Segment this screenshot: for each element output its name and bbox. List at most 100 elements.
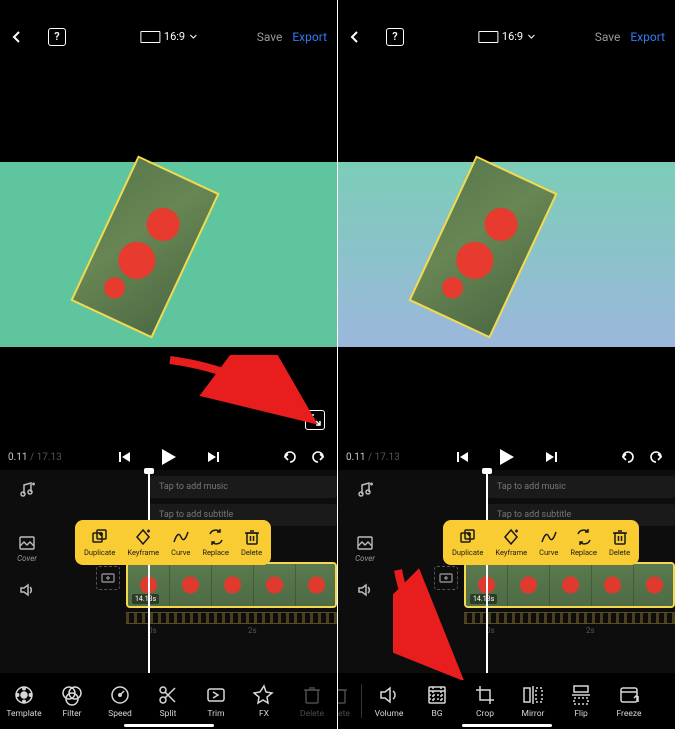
prev-button[interactable]	[456, 450, 470, 464]
preview-canvas[interactable]	[0, 162, 337, 347]
tool-trim[interactable]: Trim	[192, 684, 240, 719]
tool-bg[interactable]: BG	[413, 684, 461, 719]
video-editor-screen-gradient-bg: ? 16:9 Save Export 0.11 / 17.13	[338, 0, 675, 729]
add-music-track-button[interactable]	[18, 480, 36, 498]
video-editor-screen-solid-bg: ? 16:9 Save Export 0.11 / 17.13	[0, 0, 337, 729]
tool-template[interactable]: Template	[0, 684, 48, 719]
aspect-icon	[140, 31, 160, 43]
selected-clip-overlay[interactable]	[70, 155, 219, 338]
next-button[interactable]	[206, 450, 220, 464]
save-button[interactable]: Save	[595, 30, 621, 44]
bottom-toolbar-right: lete Volume BG Crop Mirror Flip Freeze	[338, 673, 675, 729]
add-music-track-button[interactable]	[356, 480, 374, 498]
clip-thumbnail	[550, 564, 592, 606]
add-clip-button[interactable]	[434, 566, 458, 590]
duration: 17.13	[37, 452, 62, 463]
help-button[interactable]: ?	[48, 28, 66, 46]
video-track[interactable]: 14.13s	[464, 562, 675, 608]
clip-thumbnail	[170, 564, 212, 606]
clip-context-menu: Duplicate Keyframe Curve Replace Delete	[443, 520, 639, 565]
tool-crop[interactable]: Crop	[461, 684, 509, 719]
video-track[interactable]: 14.13s	[126, 562, 337, 608]
duration: 17.13	[375, 452, 400, 463]
clip-context-menu: Duplicate Keyframe Curve Replace Delete	[75, 520, 271, 565]
prev-button[interactable]	[118, 450, 132, 464]
tool-filter[interactable]: Filter	[48, 684, 96, 719]
tool-flip[interactable]: Flip	[557, 684, 605, 719]
popup-delete-button[interactable]: Delete	[236, 526, 267, 559]
play-button[interactable]	[162, 449, 176, 465]
clip-thumbnail	[592, 564, 634, 606]
popup-keyframe-button[interactable]: Keyframe	[490, 526, 532, 559]
tool-mirror[interactable]: Mirror	[509, 684, 557, 719]
video-clip[interactable]: 14.13s	[464, 562, 675, 608]
cover-button[interactable]: Cover	[355, 534, 375, 563]
tool-freeze[interactable]: Freeze	[605, 684, 653, 719]
aspect-ratio-label: 16:9	[502, 30, 523, 43]
save-button[interactable]: Save	[257, 30, 283, 44]
add-clip-button[interactable]	[96, 566, 120, 590]
next-button[interactable]	[544, 450, 558, 464]
help-button[interactable]: ?	[386, 28, 404, 46]
popup-keyframe-button[interactable]: Keyframe	[122, 526, 164, 559]
time-ruler: 0s 2s 4s	[126, 612, 337, 640]
transport-bar: 0.11 / 17.13	[0, 440, 337, 474]
playhead[interactable]	[486, 470, 488, 673]
popup-replace-button[interactable]: Replace	[197, 526, 234, 559]
export-button[interactable]: Export	[630, 30, 665, 44]
time-readout: 0.11 / 17.13	[338, 452, 400, 463]
mute-button[interactable]	[356, 581, 374, 599]
popup-curve-button[interactable]: Curve	[534, 526, 563, 559]
cover-button[interactable]: Cover	[17, 534, 37, 563]
popup-duplicate-button[interactable]: Duplicate	[79, 526, 120, 559]
back-button[interactable]	[10, 30, 24, 44]
popup-delete-button[interactable]: Delete	[604, 526, 635, 559]
aspect-ratio-label: 16:9	[164, 30, 185, 43]
timeline-panel: Cover Tap to add music Tap to add subtit…	[0, 470, 337, 673]
popup-replace-button[interactable]: Replace	[565, 526, 602, 559]
music-track-hint[interactable]: Tap to add music	[149, 476, 337, 498]
chevron-down-icon	[527, 33, 535, 41]
clip-thumbnail	[508, 564, 550, 606]
home-indicator	[462, 724, 552, 727]
aspect-icon	[478, 31, 498, 43]
music-track-hint[interactable]: Tap to add music	[487, 476, 675, 498]
clip-duration-badge: 14.13s	[132, 594, 159, 604]
tracks-area[interactable]: Tap to add music Tap to add subtitle 14.…	[54, 470, 337, 673]
selected-clip-overlay[interactable]	[408, 155, 557, 338]
export-button[interactable]: Export	[292, 30, 327, 44]
top-bar: ? 16:9 Save Export	[338, 0, 675, 55]
tool-delete-partial[interactable]: lete	[338, 684, 358, 719]
video-clip[interactable]: 14.13s	[126, 562, 337, 608]
clip-duration-badge: 14.13s	[470, 594, 497, 604]
tool-volume[interactable]: Volume	[365, 684, 413, 719]
undo-button[interactable]	[619, 448, 637, 466]
aspect-ratio-selector[interactable]: 16:9	[140, 30, 197, 43]
preview-canvas[interactable]	[338, 162, 675, 347]
playhead[interactable]	[148, 470, 150, 673]
tool-fx[interactable]: FX	[240, 684, 288, 719]
home-indicator	[124, 724, 214, 727]
clip-image	[411, 158, 555, 336]
clip-thumbnail	[634, 564, 675, 606]
fullscreen-button[interactable]	[305, 410, 325, 430]
back-button[interactable]	[348, 30, 362, 44]
aspect-ratio-selector[interactable]: 16:9	[478, 30, 535, 43]
tool-split[interactable]: Split	[144, 684, 192, 719]
popup-duplicate-button[interactable]: Duplicate	[447, 526, 488, 559]
tracks-area[interactable]: Tap to add music Tap to add subtitle 14.…	[392, 470, 675, 673]
time-ruler: 0s 2s 4s	[464, 612, 675, 640]
redo-button[interactable]	[309, 448, 327, 466]
timeline-panel: Cover Tap to add music Tap to add subtit…	[338, 470, 675, 673]
clip-thumbnail	[212, 564, 254, 606]
mute-button[interactable]	[18, 581, 36, 599]
transport-bar: 0.11 / 17.13	[338, 440, 675, 474]
tool-delete[interactable]: Delete	[288, 684, 336, 719]
redo-button[interactable]	[647, 448, 665, 466]
tool-speed[interactable]: Speed	[96, 684, 144, 719]
undo-button[interactable]	[281, 448, 299, 466]
play-button[interactable]	[500, 449, 514, 465]
timeline-left-column: Cover	[338, 470, 392, 673]
top-bar: ? 16:9 Save Export	[0, 0, 337, 55]
popup-curve-button[interactable]: Curve	[166, 526, 195, 559]
